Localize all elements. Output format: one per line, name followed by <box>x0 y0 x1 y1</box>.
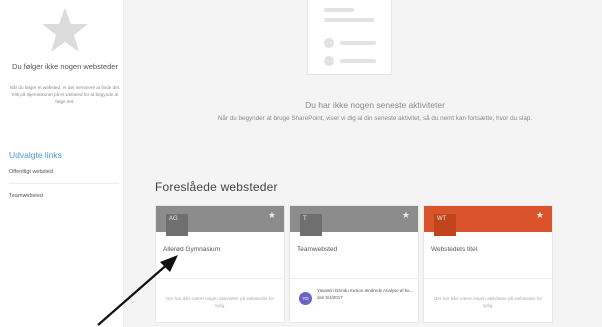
annotation-arrow-icon <box>97 255 178 326</box>
